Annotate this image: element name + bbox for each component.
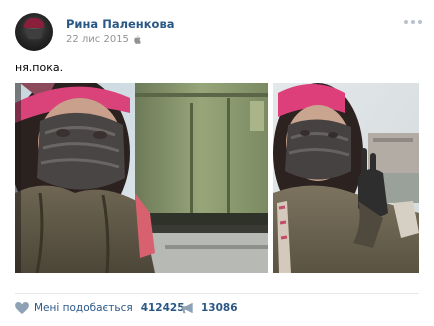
photo-selfie-peace-sign[interactable] bbox=[273, 83, 419, 273]
share-button[interactable]: 13086 bbox=[181, 302, 238, 314]
share-count: 13086 bbox=[201, 302, 238, 314]
dot bbox=[418, 20, 422, 24]
megaphone-icon bbox=[182, 302, 193, 314]
avatar[interactable] bbox=[15, 13, 53, 51]
photo-selfie-train[interactable] bbox=[15, 83, 268, 273]
apple-icon bbox=[134, 35, 141, 44]
photo-selfie-peace-sign-image bbox=[273, 83, 419, 273]
post-text: ня.пока. bbox=[15, 61, 64, 74]
like-count: 412425 bbox=[140, 302, 185, 314]
post-date[interactable]: 22 лис 2015 bbox=[66, 34, 129, 45]
dot bbox=[404, 20, 408, 24]
heart-icon bbox=[15, 302, 29, 314]
dot bbox=[411, 20, 415, 24]
avatar-beanie bbox=[24, 18, 44, 28]
like-label: Мені подобається bbox=[34, 302, 133, 314]
photo-selfie-train-image bbox=[15, 83, 268, 273]
like-button[interactable]: Мені подобається 412425 bbox=[15, 302, 185, 314]
divider bbox=[15, 293, 419, 294]
avatar-mask bbox=[27, 29, 42, 39]
post-date-row: 22 лис 2015 bbox=[66, 34, 141, 45]
more-dots-icon[interactable] bbox=[404, 20, 422, 24]
wall-post: Рина Паленкова 22 лис 2015 ня.пока. Мені… bbox=[0, 0, 434, 326]
author-name[interactable]: Рина Паленкова bbox=[66, 17, 175, 31]
